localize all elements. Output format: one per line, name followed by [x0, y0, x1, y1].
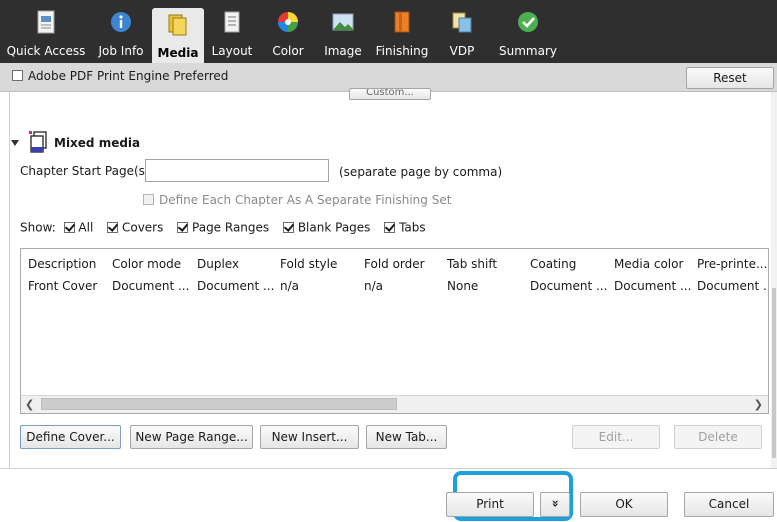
tab-label: Color: [272, 44, 304, 58]
table-horizontal-scrollbar[interactable]: ❮ ❯: [21, 395, 768, 413]
show-label: Show:: [20, 220, 56, 235]
scrollbar-thumb[interactable]: [41, 398, 397, 410]
column-header-tab-shift[interactable]: Tab shift: [447, 257, 523, 271]
column-header-pre-printed[interactable]: Pre-printe...: [697, 257, 767, 271]
cancel-button[interactable]: Cancel: [684, 492, 774, 517]
define-each-chapter-checkbox[interactable]: [143, 194, 154, 205]
tab-label: Job Info: [98, 44, 144, 58]
image-icon: [332, 13, 354, 31]
new-tab-button[interactable]: New Tab...: [366, 425, 447, 449]
show-covers-checkbox[interactable]: [107, 222, 119, 233]
color-icon: [278, 12, 298, 32]
table-cell: Document ...: [530, 279, 608, 293]
tab-label: Media: [157, 46, 199, 60]
tab-vdp[interactable]: VDP: [442, 6, 482, 61]
chapter-start-hint: (separate page by comma): [339, 165, 503, 179]
tab-color[interactable]: Color: [266, 6, 310, 61]
finishing-icon: [394, 11, 410, 33]
show-tabs-checkbox[interactable]: [384, 222, 396, 233]
column-header-coating[interactable]: Coating: [530, 257, 608, 271]
define-each-chapter-label: Define Each Chapter As A Separate Finish…: [159, 193, 452, 207]
show-blank-pages-filter[interactable]: Blank Pages: [283, 220, 371, 235]
tab-summary[interactable]: Summary: [498, 6, 558, 61]
double-chevron-down-icon: »: [548, 499, 563, 508]
panel-vertical-scrollbar[interactable]: [771, 92, 777, 468]
scrollbar-thumb[interactable]: [772, 288, 776, 458]
chapter-start-input[interactable]: [145, 159, 329, 182]
column-header-color-mode[interactable]: Color mode: [112, 257, 192, 271]
mixed-media-title: Mixed media: [54, 136, 141, 150]
column-header-media-color[interactable]: Media color: [614, 257, 692, 271]
tab-finishing[interactable]: Finishing: [372, 6, 432, 61]
show-covers-label: Covers: [121, 220, 164, 235]
tab-job-info[interactable]: Job Info: [92, 6, 150, 61]
job-info-icon: [111, 12, 131, 32]
show-covers-filter[interactable]: Covers: [107, 220, 164, 235]
media-panel: Custom... Mixed media Chapter Start Page…: [9, 88, 770, 468]
main-toolbar: Quick Access Job Info Media Layout Color…: [0, 0, 777, 63]
table-cell: Document ...: [112, 279, 190, 293]
table-cell: Front Cover: [28, 279, 98, 293]
tab-layout[interactable]: Layout: [207, 6, 257, 61]
table-cell: n/a: [280, 279, 300, 293]
summary-icon: [518, 12, 538, 32]
table-cell: None: [447, 279, 479, 293]
scroll-right-icon[interactable]: ❯: [754, 398, 763, 411]
print-button[interactable]: Print: [446, 492, 534, 517]
tab-quick-access[interactable]: Quick Access: [4, 6, 88, 61]
table-cell: Document ...: [614, 279, 692, 293]
show-page-ranges-label: Page Ranges: [192, 220, 270, 235]
column-header-fold-style[interactable]: Fold style: [280, 257, 358, 271]
mixed-media-table: Description Color mode Duplex Fold style…: [20, 248, 769, 414]
vdp-icon: [452, 12, 472, 33]
reset-button[interactable]: Reset: [686, 67, 774, 89]
show-tabs-label: Tabs: [399, 220, 426, 235]
column-header-description[interactable]: Description: [28, 257, 106, 271]
custom-button[interactable]: Custom...: [349, 88, 431, 100]
quick-access-icon: [37, 10, 55, 34]
print-options-dropdown[interactable]: »: [540, 492, 570, 517]
define-cover-button[interactable]: Define Cover...: [20, 425, 121, 449]
tab-label: Layout: [211, 44, 253, 58]
ok-button[interactable]: OK: [580, 492, 668, 517]
adobe-pdf-label: Adobe PDF Print Engine Preferred: [28, 69, 229, 83]
collapse-arrow-icon[interactable]: [11, 140, 19, 146]
new-page-range-button[interactable]: New Page Range...: [130, 425, 253, 449]
tab-label: Quick Access: [6, 44, 86, 58]
adobe-pdf-checkbox[interactable]: [12, 70, 23, 81]
tab-label: Summary: [499, 44, 557, 58]
tab-media[interactable]: Media: [152, 8, 204, 63]
mixed-media-icon: [29, 131, 47, 153]
show-page-ranges-checkbox[interactable]: [177, 222, 189, 233]
new-insert-button[interactable]: New Insert...: [260, 425, 359, 449]
column-header-duplex[interactable]: Duplex: [197, 257, 275, 271]
column-header-fold-order[interactable]: Fold order: [364, 257, 442, 271]
tab-label: Image: [324, 44, 362, 58]
delete-button[interactable]: Delete: [674, 425, 762, 449]
show-all-filter[interactable]: All: [63, 220, 94, 235]
show-all-checkbox[interactable]: [63, 222, 75, 233]
show-filter-row: Show: All Covers Page Ranges Blank Pages…: [20, 220, 426, 238]
media-icon: [168, 14, 187, 36]
table-cell: Document ...: [197, 279, 275, 293]
show-blank-pages-checkbox[interactable]: [283, 222, 294, 233]
tab-image[interactable]: Image: [322, 6, 364, 61]
tab-label: Finishing: [375, 44, 429, 58]
chapter-start-label: Chapter Start Page(s):: [20, 164, 154, 178]
layout-icon: [224, 11, 240, 33]
table-cell: Document ...: [697, 279, 767, 293]
edit-button[interactable]: Edit...: [572, 425, 660, 449]
tab-label: VDP: [449, 44, 475, 58]
show-tabs-filter[interactable]: Tabs: [384, 220, 426, 235]
show-page-ranges-filter[interactable]: Page Ranges: [177, 220, 270, 235]
table-cell: n/a: [364, 279, 384, 293]
dialog-footer: Print » OK Cancel: [0, 468, 777, 522]
show-all-label: All: [78, 220, 94, 235]
scroll-left-icon[interactable]: ❮: [25, 398, 34, 411]
show-blank-pages-label: Blank Pages: [297, 220, 371, 235]
